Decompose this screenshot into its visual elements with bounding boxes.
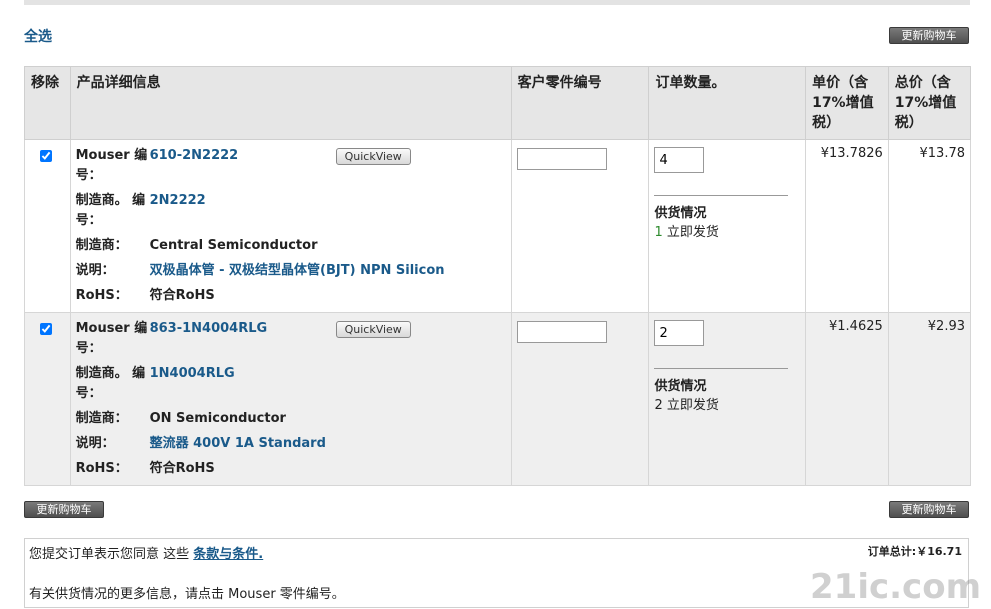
mfr-value: ON Semiconductor — [149, 411, 286, 426]
quickview-button[interactable]: QuickView — [335, 148, 411, 165]
watermark: 21ic.com — [810, 567, 981, 607]
customer-part-input[interactable] — [516, 148, 607, 170]
remove-cell — [24, 139, 71, 313]
desc-label: 说明： — [75, 436, 115, 451]
order-qty-cell: 供货情况 1 立即发货 — [648, 139, 807, 313]
update-cart-button-bottom-right[interactable]: 更新购物车 — [889, 501, 969, 518]
supply-count: 2 — [654, 398, 663, 413]
update-cart-button-top[interactable]: 更新购物车 — [889, 27, 969, 44]
qty-input[interactable] — [654, 147, 705, 173]
terms-text: 您提交订单表示您同意 这些 条款与条件. — [29, 543, 263, 562]
mouser-no-label: Mouser 编号： — [75, 148, 148, 183]
qty-input[interactable] — [654, 320, 705, 346]
cart-row: Mouser 编号： 863-1N4004RLG QuickView 制造商。 … — [24, 312, 972, 486]
mfr-label: 制造商： — [75, 411, 128, 426]
customer-part-cell — [510, 139, 650, 313]
header-remove: 移除 — [24, 66, 71, 140]
rohs-label: RoHS： — [75, 461, 128, 476]
product-info-cell: Mouser 编号： 610-2N2222 QuickView 制造商。 编号：… — [69, 139, 512, 313]
update-cart-button-bottom-left[interactable]: 更新购物车 — [24, 501, 104, 518]
select-all-link[interactable]: 全选 — [24, 26, 52, 46]
rohs-value: 符合RoHS — [149, 288, 215, 303]
supply-value: 2 立即发货 — [654, 394, 788, 413]
remove-cell — [24, 312, 71, 486]
desc-label: 说明： — [75, 263, 115, 278]
desc-link[interactable]: 整流器 400V 1A Standard — [150, 434, 506, 454]
cart-table: 移除 产品详细信息 客户零件编号 订单数量。 单价（含17%增值税） 总价（含1… — [24, 66, 972, 486]
supply-title: 供货情况 — [654, 379, 707, 394]
header-unit-price: 单价（含17%增值税） — [805, 66, 889, 140]
terms-link[interactable]: 条款与条件. — [193, 547, 263, 562]
customer-part-cell — [510, 312, 650, 486]
order-qty-cell: 供货情况 2 立即发货 — [648, 312, 807, 486]
terms-prefix: 您提交订单表示您同意 这些 — [29, 547, 194, 562]
supply-value: 1 立即发货 — [654, 221, 788, 240]
supply-status: 供货情况 1 立即发货 — [654, 195, 789, 240]
total-price: ¥2.93 — [887, 312, 972, 486]
unit-price: ¥1.4625 — [805, 312, 889, 486]
order-total: 订单总计:￥16.71 — [867, 545, 962, 558]
cart-row: Mouser 编号： 610-2N2222 QuickView 制造商。 编号：… — [24, 139, 972, 313]
supply-status: 供货情况 2 立即发货 — [654, 368, 789, 413]
supply-info-note: 有关供货情况的更多信息，请点击 Mouser 零件编号。 — [29, 587, 345, 602]
quickview-button[interactable]: QuickView — [335, 321, 411, 338]
remove-checkbox[interactable] — [40, 150, 52, 162]
mfr-no-label: 制造商。 编号： — [75, 366, 146, 401]
top-divider — [24, 0, 970, 5]
cart-header-row: 移除 产品详细信息 客户零件编号 订单数量。 单价（含17%增值税） 总价（含1… — [24, 66, 972, 140]
supply-text: 立即发货 — [662, 225, 719, 240]
mouser-no-label: Mouser 编号： — [75, 321, 148, 356]
header-order-qty: 订单数量。 — [648, 66, 807, 140]
supply-text: 立即发货 — [662, 398, 719, 413]
total-price: ¥13.78 — [887, 139, 972, 313]
mfr-no-link[interactable]: 1N4004RLG — [150, 364, 336, 404]
mfr-value: Central Semiconductor — [149, 238, 318, 253]
rohs-value: 符合RoHS — [149, 461, 215, 476]
customer-part-input[interactable] — [516, 321, 607, 343]
header-total-price: 总价（含17%增值税） — [887, 66, 972, 140]
mouser-no-link[interactable]: 863-1N4004RLG — [150, 319, 336, 359]
remove-checkbox[interactable] — [40, 323, 52, 335]
product-info-cell: Mouser 编号： 863-1N4004RLG QuickView 制造商。 … — [69, 312, 512, 486]
mfr-label: 制造商： — [75, 238, 128, 253]
rohs-label: RoHS： — [75, 288, 128, 303]
supply-title: 供货情况 — [654, 206, 707, 221]
mfr-no-link[interactable]: 2N2222 — [150, 191, 336, 231]
header-product-info: 产品详细信息 — [69, 66, 512, 140]
unit-price: ¥13.7826 — [805, 139, 889, 313]
header-customer-part: 客户零件编号 — [510, 66, 650, 140]
supply-count: 1 — [654, 225, 663, 240]
mfr-no-label: 制造商。 编号： — [75, 193, 146, 228]
desc-link[interactable]: 双极晶体管 - 双极结型晶体管(BJT) NPN Silicon — [150, 261, 506, 281]
mouser-no-link[interactable]: 610-2N2222 — [150, 146, 336, 186]
